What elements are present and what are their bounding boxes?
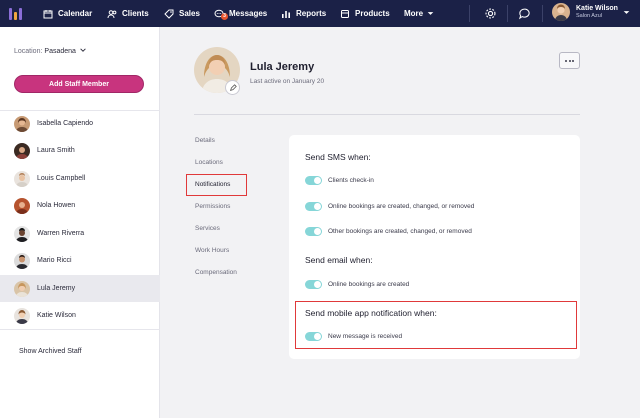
- avatar: [14, 307, 30, 324]
- avatar: [14, 225, 30, 242]
- tab-services[interactable]: Services: [195, 225, 220, 232]
- nav-reports[interactable]: Reports: [281, 0, 326, 27]
- location-value: Pasadena: [44, 48, 76, 55]
- notifications-chat-icon[interactable]: [518, 7, 531, 20]
- avatar: [14, 280, 30, 297]
- tab-compensation[interactable]: Compensation: [195, 269, 237, 276]
- sms-clients-checkin-toggle[interactable]: Clients check-in: [305, 176, 374, 185]
- top-navigation-bar: Calendar Clients Sales 3 Messages Report…: [0, 0, 640, 27]
- nav-divider: [542, 5, 543, 22]
- nav-clients[interactable]: Clients: [107, 0, 149, 27]
- staff-item-nola-howen[interactable]: Nola Howen: [0, 192, 160, 219]
- nav-clients-label: Clients: [122, 9, 149, 18]
- user-menu[interactable]: Katie Wilson Salon Azul: [552, 3, 630, 21]
- staff-name: Nola Howen: [37, 202, 76, 209]
- staff-name: Lula Jeremy: [37, 285, 76, 292]
- staff-name: Mario Ricci: [37, 257, 72, 264]
- nav-messages[interactable]: 3 Messages: [214, 0, 267, 27]
- users-icon: [107, 9, 117, 18]
- calendar-icon: [43, 9, 53, 18]
- gear-icon[interactable]: [484, 7, 497, 20]
- tab-permissions[interactable]: Permissions: [195, 203, 230, 210]
- location-selector[interactable]: Location: Pasadena: [14, 47, 86, 55]
- staff-item-isabella-capiendo[interactable]: Isabella Capiendo: [0, 110, 160, 137]
- chevron-down-icon: [80, 48, 86, 52]
- staff-name: Warren Riverra: [37, 230, 85, 237]
- staff-name: Laura Smith: [37, 147, 75, 154]
- nav-sales-label: Sales: [179, 9, 200, 18]
- ellipsis-icon: [565, 59, 567, 62]
- location-label: Location:: [14, 48, 43, 55]
- box-icon: [341, 9, 349, 18]
- nav-more[interactable]: More: [404, 0, 434, 27]
- user-name: Katie Wilson: [576, 5, 618, 12]
- sms-section-title: Send SMS when:: [305, 152, 371, 162]
- email-online-bookings-toggle[interactable]: Online bookings are created: [305, 280, 409, 289]
- header-divider: [194, 114, 580, 115]
- toggle-switch[interactable]: [305, 227, 322, 236]
- show-archived-staff-link[interactable]: Show Archived Staff: [19, 348, 82, 355]
- mobile-section-highlight: [295, 301, 577, 349]
- avatar: [14, 170, 30, 187]
- tab-work-hours[interactable]: Work Hours: [195, 247, 229, 254]
- notifications-tab-highlight: [186, 174, 247, 196]
- add-staff-member-button[interactable]: Add Staff Member: [14, 75, 144, 93]
- profile-name: Lula Jeremy: [250, 61, 315, 73]
- more-options-button[interactable]: [559, 52, 580, 69]
- staff-item-warren-riverra[interactable]: Warren Riverra: [0, 220, 160, 247]
- staff-name: Katie Wilson: [37, 312, 76, 319]
- last-active-text: Last active on January 20: [250, 78, 325, 85]
- sms-other-bookings-toggle[interactable]: Other bookings are created, changed, or …: [305, 227, 472, 236]
- email-section-title: Send email when:: [305, 255, 373, 265]
- tab-details[interactable]: Details: [195, 137, 215, 144]
- toggle-label: Other bookings are created, changed, or …: [328, 228, 472, 235]
- avatar: [14, 197, 30, 214]
- nav-products[interactable]: Products: [340, 0, 390, 27]
- bar-chart-icon: [282, 10, 290, 18]
- toggle-label: Online bookings are created: [328, 281, 410, 288]
- app-logo[interactable]: [9, 7, 22, 20]
- nav-more-label: More: [404, 9, 424, 18]
- staff-item-katie-wilson[interactable]: Katie Wilson: [0, 302, 160, 329]
- toggle-switch[interactable]: [305, 280, 322, 289]
- nav-reports-label: Reports: [296, 9, 327, 18]
- staff-item-lula-jeremy[interactable]: Lula Jeremy: [0, 275, 160, 302]
- sidebar-divider: [0, 329, 160, 330]
- staff-name: Louis Campbell: [37, 175, 86, 182]
- staff-item-mario-ricci[interactable]: Mario Ricci: [0, 247, 160, 274]
- nav-divider: [469, 5, 470, 22]
- avatar: [14, 142, 30, 159]
- sms-online-bookings-toggle[interactable]: Online bookings are created, changed, or…: [305, 202, 474, 211]
- user-avatar: [552, 3, 570, 21]
- messages-count-badge: 3: [221, 13, 228, 20]
- toggle-switch[interactable]: [305, 202, 322, 211]
- toggle-label: Online bookings are created, changed, or…: [328, 203, 475, 210]
- staff-item-louis-campbell[interactable]: Louis Campbell: [0, 165, 160, 192]
- chevron-down-icon: [427, 12, 434, 15]
- nav-calendar[interactable]: Calendar: [43, 0, 92, 27]
- tag-icon: [164, 9, 174, 19]
- toggle-switch[interactable]: [305, 176, 322, 185]
- tab-locations[interactable]: Locations: [195, 159, 223, 166]
- edit-photo-button[interactable]: [225, 80, 240, 95]
- avatar: [14, 115, 30, 132]
- staff-name: Isabella Capiendo: [37, 120, 94, 127]
- toggle-label: Clients check-in: [328, 177, 374, 184]
- chevron-down-icon: [623, 10, 630, 14]
- nav-sales[interactable]: Sales: [164, 0, 200, 27]
- nav-products-label: Products: [355, 9, 390, 18]
- avatar: [14, 252, 30, 269]
- nav-divider: [507, 5, 508, 22]
- pencil-icon: [229, 83, 237, 91]
- nav-calendar-label: Calendar: [58, 9, 93, 18]
- staff-sidebar: Location: Pasadena Add Staff Member Isabe…: [0, 27, 160, 418]
- user-salon: Salon Azul: [576, 13, 602, 19]
- user-info: Katie Wilson Salon Azul: [576, 5, 618, 19]
- staff-item-laura-smith[interactable]: Laura Smith: [0, 137, 160, 164]
- nav-messages-label: Messages: [229, 9, 268, 18]
